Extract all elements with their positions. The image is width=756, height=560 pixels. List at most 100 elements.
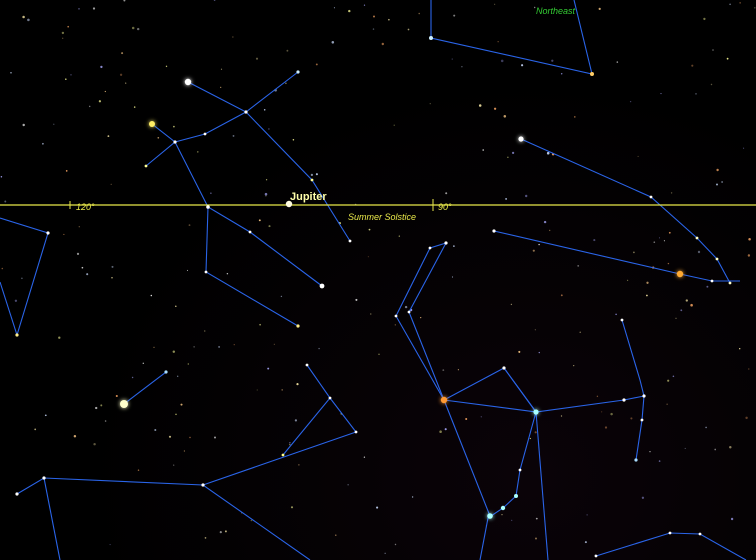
faint-star: [61, 31, 65, 35]
constellation-line: [595, 532, 747, 560]
faint-star: [131, 26, 135, 30]
constellation-line: [493, 230, 740, 282]
faint-star: [534, 329, 536, 331]
faint-star: [500, 59, 504, 63]
faint-star: [315, 63, 318, 66]
faint-star: [381, 42, 384, 46]
faint-star: [265, 179, 268, 181]
faint-star: [98, 100, 102, 103]
faint-star: [125, 82, 127, 84]
faint-star: [706, 285, 709, 288]
faint-star: [168, 435, 172, 438]
sky-canvas[interactable]: 120° 90° Summer Solstice Jupiter Northea…: [0, 0, 756, 560]
faint-star: [281, 389, 284, 391]
faint-star: [137, 27, 140, 31]
faint-star: [70, 74, 72, 76]
faint-star: [348, 9, 351, 13]
jupiter-label[interactable]: Jupiter: [290, 191, 327, 203]
constellation-line: [43, 477, 61, 560]
faint-star: [535, 517, 538, 520]
faint-star: [63, 233, 65, 235]
star: [502, 366, 506, 370]
bright-stars: [15, 36, 732, 558]
constellation-line: [408, 242, 447, 401]
star: [634, 458, 638, 462]
faint-star: [315, 173, 318, 176]
faint-star: [451, 58, 453, 60]
faint-star: [0, 176, 3, 178]
faint-star: [150, 294, 153, 297]
faint-star: [294, 419, 298, 422]
faint-star: [451, 276, 454, 278]
faint-star: [658, 237, 661, 239]
faint-star: [418, 12, 420, 15]
faint-star: [264, 192, 268, 196]
faint-star: [153, 346, 155, 348]
faint-star: [629, 100, 632, 103]
star: [710, 279, 714, 283]
sky-chart-view[interactable]: 120° 90° Summer Solstice Jupiter Northea…: [0, 0, 756, 560]
faint-star: [42, 142, 44, 145]
faint-star: [573, 364, 575, 367]
faint-star: [745, 416, 748, 420]
faint-star: [714, 448, 717, 451]
faint-star: [697, 250, 701, 254]
faint-star: [507, 156, 509, 158]
faint-star: [368, 228, 371, 231]
faint-star: [213, 436, 217, 439]
faint-star: [378, 353, 380, 355]
star: [173, 140, 177, 144]
star: [46, 231, 50, 235]
faint-star: [407, 28, 410, 31]
faint-star: [73, 435, 77, 438]
faint-star: [501, 514, 503, 516]
faint-star: [574, 116, 576, 118]
faint-star: [285, 82, 287, 85]
faint-star: [748, 237, 751, 241]
faint-star: [691, 64, 694, 67]
star: [15, 492, 19, 496]
faint-star: [663, 240, 665, 242]
faint-star: [712, 49, 714, 51]
faint-star: [511, 151, 515, 155]
faint-star: [204, 537, 207, 539]
faint-star: [493, 107, 497, 110]
faint-star: [296, 383, 299, 386]
faint-star: [157, 136, 160, 139]
faint-star: [641, 496, 645, 499]
faint-star: [86, 273, 89, 276]
faint-star: [584, 541, 587, 544]
faint-star: [213, 0, 216, 1]
star: [305, 363, 309, 367]
faint-star: [690, 303, 693, 307]
faint-star: [658, 460, 661, 462]
faint-star: [538, 243, 540, 246]
faint-star: [549, 229, 551, 232]
star: [590, 72, 594, 76]
star: [348, 239, 352, 243]
star: [728, 281, 732, 285]
faint-star: [518, 350, 521, 353]
faint-star: [258, 219, 261, 222]
star: [319, 283, 325, 289]
faint-star: [119, 73, 123, 76]
faint-star: [411, 496, 414, 498]
faint-star: [710, 83, 713, 86]
faint-star: [633, 251, 635, 254]
constellation-line: [145, 123, 176, 167]
star: [668, 531, 672, 535]
faint-star: [615, 313, 617, 316]
constellation-line: [535, 411, 549, 560]
faint-star: [480, 416, 482, 418]
star: [620, 318, 624, 322]
faint-star: [255, 57, 259, 60]
faint-star: [598, 7, 601, 11]
faint-star: [107, 135, 110, 138]
faint-star: [376, 506, 379, 509]
faint-star: [363, 4, 366, 6]
faint-star: [482, 149, 484, 151]
faint-star: [78, 8, 80, 10]
faint-star: [263, 109, 266, 111]
faint-star: [27, 18, 30, 22]
faint-star: [646, 281, 649, 284]
